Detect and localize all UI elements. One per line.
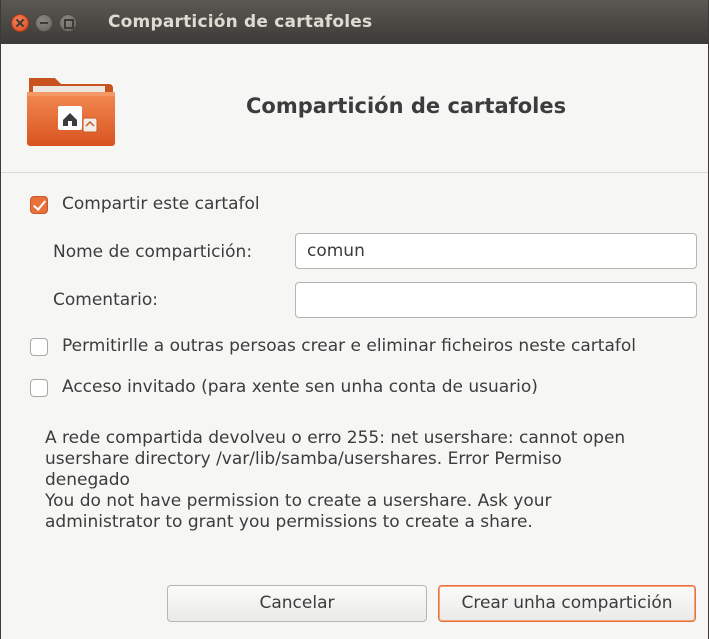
window-title: Compartición de cartafoles <box>108 12 373 32</box>
minimize-window-icon[interactable] <box>35 14 53 32</box>
error-message-line: usershare directory /var/lib/samba/users… <box>45 449 562 469</box>
error-message-line: denegado <box>45 470 130 490</box>
dialog-body: Compartir este cartafol Nome de comparti… <box>1 173 708 639</box>
create-share-button[interactable]: Crear unha compartición <box>438 585 696 622</box>
share-dialog-window: Compartición de cartafoles Compartición … <box>0 0 709 639</box>
comment-input[interactable] <box>295 282 697 318</box>
error-message-line: A rede compartida devolveu o erro 255: n… <box>45 428 626 448</box>
guest-access-label[interactable]: Acceso invitado (para xente sen unha con… <box>62 377 538 397</box>
guest-access-checkbox[interactable] <box>30 379 48 397</box>
dialog-heading: Compartición de cartafoles <box>246 94 567 118</box>
maximize-window-icon[interactable] <box>59 14 77 32</box>
share-name-input[interactable] <box>295 233 697 269</box>
share-folder-checkbox[interactable] <box>30 196 48 214</box>
share-folder-label[interactable]: Compartir este cartafol <box>62 194 260 214</box>
error-message-line: administrator to grant you permissions t… <box>45 512 533 532</box>
error-message-line: You do not have permission to create a u… <box>45 491 552 511</box>
title-bar[interactable]: Compartición de cartafoles <box>1 0 708 44</box>
shared-folder-icon <box>27 78 115 146</box>
allow-others-checkbox[interactable] <box>30 338 48 356</box>
comment-label: Comentario: <box>53 290 158 310</box>
share-name-label: Nome de compartición: <box>53 242 253 262</box>
dialog-header: Compartición de cartafoles <box>1 44 708 173</box>
cancel-button[interactable]: Cancelar <box>167 585 427 622</box>
close-window-icon[interactable] <box>11 14 29 32</box>
allow-others-label[interactable]: Permitirlle a outras persoas crear e eli… <box>62 336 636 356</box>
error-message: A rede compartida devolveu o erro 255: n… <box>45 428 705 533</box>
